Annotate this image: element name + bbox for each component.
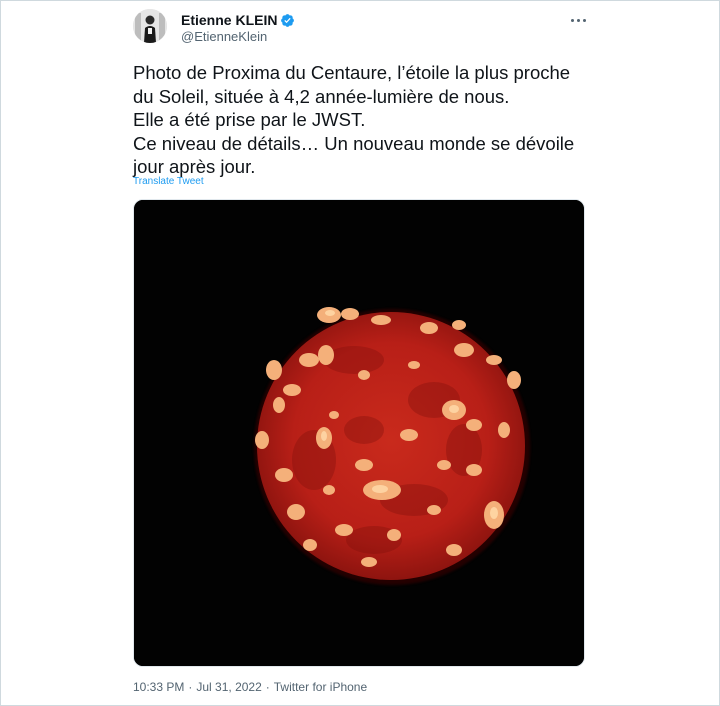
- tweet-card: Etienne KLEIN @EtienneKlein Photo de Pro…: [0, 0, 720, 706]
- author-avatar[interactable]: [133, 9, 167, 43]
- tweet-text-line: Ce niveau de détails… Un nouveau monde s…: [133, 132, 575, 154]
- tweet-text-line: Elle a été prise par le JWST.: [133, 109, 366, 130]
- tweet-source[interactable]: Twitter for iPhone: [274, 680, 367, 694]
- tweet-text-line: jour après jour.: [133, 156, 256, 177]
- tweet-media-image[interactable]: [133, 199, 585, 667]
- tweet-text-line: Photo de Proxima du Centaure, l’étoile l…: [133, 62, 571, 83]
- more-options-icon[interactable]: [567, 11, 589, 29]
- tweet-metadata: 10:33 PM · Jul 31, 2022 · Twitter for iP…: [133, 680, 367, 694]
- tweet-text-line: du Soleil, située à 4,2 année-lumière de…: [133, 85, 510, 107]
- translate-tweet-link[interactable]: Translate Tweet: [133, 176, 204, 187]
- tweet-time[interactable]: 10:33 PM: [133, 680, 184, 694]
- avatar-photo: [133, 9, 167, 43]
- author-display-name[interactable]: Etienne KLEIN: [181, 12, 277, 28]
- tweet-text: Photo de Proxima du Centaure, l’étoile l…: [133, 61, 603, 179]
- author-handle[interactable]: @EtienneKlein: [181, 29, 267, 44]
- verified-badge-icon: [281, 13, 295, 27]
- tweet-date[interactable]: Jul 31, 2022: [196, 680, 261, 694]
- author-name-row[interactable]: Etienne KLEIN: [181, 12, 295, 28]
- red-disc-photo: [134, 200, 584, 666]
- meta-separator: ·: [265, 680, 270, 694]
- meta-separator: ·: [188, 680, 193, 694]
